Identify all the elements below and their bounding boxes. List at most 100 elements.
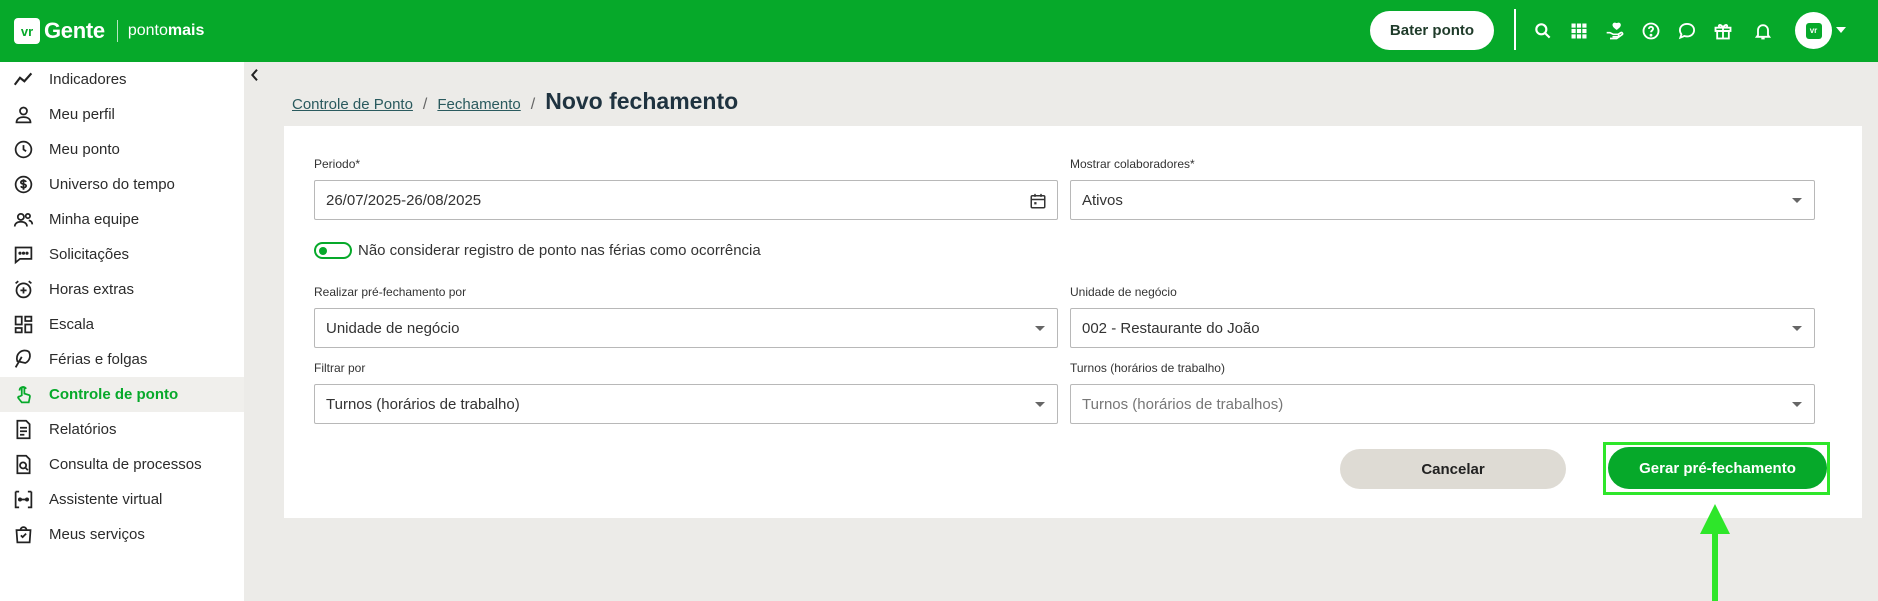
header-divider [1514, 9, 1516, 50]
realizar-pre-fechamento-select[interactable]: Unidade de negócio [314, 308, 1058, 348]
chevron-down-icon [1035, 402, 1045, 407]
turnos-select[interactable]: Turnos (horários de trabalhos) [1070, 384, 1815, 424]
logo-divider [116, 20, 118, 42]
clock-icon [12, 139, 34, 161]
sidebar-item-assistente-virtual[interactable]: Assistente virtual [0, 482, 244, 517]
realizar-pre-fechamento-value: Unidade de negócio [326, 319, 460, 337]
sidebar-item-label: Minha equipe [49, 211, 140, 228]
ferias-toggle-row: Não considerar registro de ponto nas fér… [314, 242, 761, 259]
apps-grid-icon[interactable] [1568, 20, 1590, 42]
pointer-arrow-head [1700, 504, 1730, 534]
sidebar-item-controle-de-ponto[interactable]: Controle de ponto [0, 377, 244, 412]
sidebar-item-escala[interactable]: Escala [0, 307, 244, 342]
top-bar: vr Gente pontomais Bater ponto vr [0, 0, 1878, 62]
bot-icon [12, 489, 34, 511]
sidebar-item-indicadores[interactable]: Indicadores [0, 62, 244, 97]
unidade-de-negocio-select[interactable]: 002 - Restaurante do João [1070, 308, 1815, 348]
sidebar-item-universo-do-tempo[interactable]: Universo do tempo [0, 167, 244, 202]
sidebar-item-label: Solicitações [49, 246, 130, 263]
help-icon[interactable] [1640, 20, 1662, 42]
sidebar-item-label: Férias e folgas [49, 351, 148, 368]
brand-logo[interactable]: vr Gente pontomais [14, 18, 204, 44]
sidebar-item-label: Controle de ponto [49, 386, 179, 403]
chevron-down-icon[interactable] [1836, 27, 1846, 33]
breadcrumb-link-fechamento[interactable]: Fechamento [437, 96, 520, 113]
calendar-icon[interactable] [1029, 192, 1047, 210]
sidebar-item-meu-perfil[interactable]: Meu perfil [0, 97, 244, 132]
hand-heart-icon[interactable] [1604, 20, 1626, 42]
ferias-toggle[interactable] [314, 242, 352, 259]
sidebar-item-label: Assistente virtual [49, 491, 163, 508]
sidebar-item-label: Meu perfil [49, 106, 115, 123]
periodo-value: 26/07/2025-26/08/2025 [326, 191, 482, 209]
sidebar-item-label: Escala [49, 316, 95, 333]
document-icon [12, 419, 34, 441]
chat-icon[interactable] [1676, 20, 1698, 42]
product-suffix: mais [167, 22, 205, 39]
sidebar-item-label: Indicadores [49, 71, 127, 88]
sidebar-item-meu-ponto[interactable]: Meu ponto [0, 132, 244, 167]
sidebar: Indicadores Meu perfil Meu ponto Univers… [0, 62, 244, 601]
page-title: Novo fechamento [545, 88, 739, 114]
pointer-arrow-shaft [1712, 532, 1718, 601]
message-dots-icon [12, 244, 34, 266]
ferias-toggle-label: Não considerar registro de ponto nas fér… [358, 242, 761, 259]
bell-icon[interactable] [1752, 20, 1774, 42]
avatar-badge: vr [1805, 22, 1822, 39]
sidebar-item-label: Consulta de processos [49, 456, 202, 473]
gift-icon[interactable] [1712, 20, 1734, 42]
mostrar-colaboradores-value: Ativos [1082, 191, 1123, 209]
chevron-down-icon [1035, 326, 1045, 331]
team-icon [12, 209, 34, 231]
filtrar-por-label: Filtrar por [314, 361, 366, 375]
sidebar-item-label: Universo do tempo [49, 176, 175, 193]
user-icon [12, 104, 34, 126]
breadcrumb-separator: / [422, 96, 428, 113]
sidebar-item-meus-servicos[interactable]: Meus serviços [0, 517, 244, 552]
unidade-de-negocio-label: Unidade de negócio [1070, 285, 1177, 299]
sidebar-item-minha-equipe[interactable]: Minha equipe [0, 202, 244, 237]
brand-badge: vr [14, 18, 40, 44]
dollar-circle-icon [12, 174, 34, 196]
periodo-label: Periodo* [314, 157, 361, 171]
search-icon[interactable] [1532, 20, 1554, 42]
brand-name: Gente [44, 18, 105, 43]
unidade-de-negocio-value: 002 - Restaurante do João [1082, 319, 1260, 337]
generate-pre-closing-button[interactable]: Gerar pré-fechamento [1608, 447, 1827, 489]
clock-in-button[interactable]: Bater ponto [1370, 11, 1494, 50]
dashboard-grid-icon [12, 314, 34, 336]
trend-line-icon [12, 69, 34, 91]
chevron-down-icon [1792, 198, 1802, 203]
sidebar-item-horas-extras[interactable]: Horas extras [0, 272, 244, 307]
shopping-bag-icon [12, 524, 34, 546]
sidebar-item-label: Relatórios [49, 421, 117, 438]
alarm-plus-icon [12, 279, 34, 301]
sidebar-item-label: Meus serviços [49, 526, 145, 543]
sidebar-item-relatorios[interactable]: Relatórios [0, 412, 244, 447]
toggle-knob [319, 246, 327, 255]
periodo-date-field[interactable]: 26/07/2025-26/08/2025 [314, 180, 1058, 220]
sidebar-item-label: Meu ponto [49, 141, 120, 158]
filtrar-por-select[interactable]: Turnos (horários de trabalho) [314, 384, 1058, 424]
document-search-icon [12, 454, 34, 476]
avatar[interactable]: vr [1795, 12, 1832, 49]
turnos-placeholder: Turnos (horários de trabalhos) [1082, 395, 1284, 413]
realizar-pre-fechamento-label: Realizar pré-fechamento por [314, 285, 467, 299]
chevron-down-icon [1792, 402, 1802, 407]
cancel-button[interactable]: Cancelar [1340, 449, 1566, 489]
chevron-down-icon [1792, 326, 1802, 331]
sidebar-item-ferias-e-folgas[interactable]: Férias e folgas [0, 342, 244, 377]
product-prefix: ponto [127, 22, 168, 39]
chevron-left-icon [251, 69, 258, 81]
mostrar-colaboradores-select[interactable]: Ativos [1070, 180, 1815, 220]
filtrar-por-value: Turnos (horários de trabalho) [326, 395, 520, 413]
sidebar-item-solicitacoes[interactable]: Solicitações [0, 237, 244, 272]
sidebar-item-label: Horas extras [49, 281, 135, 298]
collapse-sidebar-button[interactable] [245, 64, 265, 86]
mostrar-colaboradores-label: Mostrar colaboradores* [1070, 157, 1195, 171]
umbrella-icon [12, 349, 34, 371]
product-name: pontomais [128, 22, 205, 40]
breadcrumb-link-controle-de-ponto[interactable]: Controle de Ponto [292, 96, 413, 113]
sidebar-item-consulta-de-processos[interactable]: Consulta de processos [0, 447, 244, 482]
touch-hand-icon [12, 384, 34, 406]
